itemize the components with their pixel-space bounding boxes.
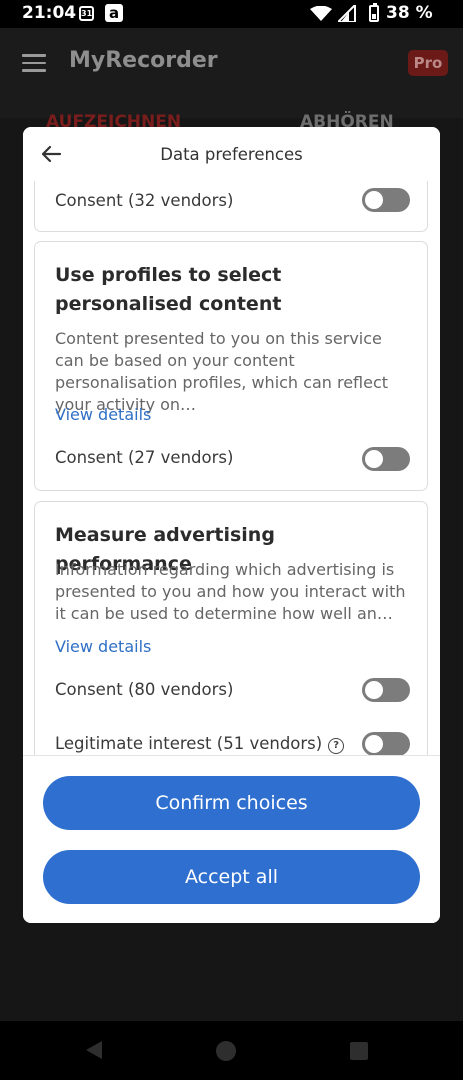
legitimate-interest-label: Legitimate interest (51 vendors) <box>55 734 323 753</box>
consent-label: Consent (32 vendors) <box>55 191 234 210</box>
consent-label: Consent (80 vendors) <box>55 680 234 699</box>
dialog-title: Data preferences <box>160 145 303 164</box>
consent-label: Consent (27 vendors) <box>55 448 234 467</box>
legitimate-interest-row: Legitimate interest (51 vendors)? <box>55 734 345 754</box>
purpose-card: Measure advertising performance Informat… <box>34 501 428 755</box>
status-time: 21:04 <box>22 3 77 23</box>
consent-toggle[interactable] <box>362 188 410 212</box>
app-bar: MyRecorder Pro AUFZEICHNEN ABHÖREN <box>0 28 463 132</box>
notification-app-icon: a <box>105 4 123 22</box>
view-details-link[interactable]: View details <box>55 637 151 656</box>
confirm-choices-button[interactable]: Confirm choices <box>43 776 420 830</box>
purpose-card: Consent (32 vendors) <box>34 181 428 232</box>
data-preferences-dialog: Data preferences Consent (32 vendors) Us… <box>23 127 440 923</box>
accept-all-button[interactable]: Accept all <box>43 850 420 904</box>
consent-toggle[interactable] <box>362 678 410 702</box>
wifi-icon <box>310 6 332 21</box>
help-icon[interactable]: ? <box>328 738 345 754</box>
calendar-icon: 31 <box>79 6 94 21</box>
dialog-header: Data preferences <box>23 127 440 181</box>
nav-back-icon[interactable] <box>86 1041 102 1059</box>
nav-home-icon[interactable] <box>216 1041 236 1061</box>
view-details-link[interactable]: View details <box>55 405 151 424</box>
dialog-footer: Confirm choices Accept all <box>23 755 440 923</box>
purpose-card: Use profiles to select personalised cont… <box>34 241 428 491</box>
dialog-scroll-area[interactable]: Consent (32 vendors) Use profiles to sel… <box>23 181 440 755</box>
app-title: MyRecorder <box>69 48 218 73</box>
legitimate-interest-toggle[interactable] <box>362 732 410 755</box>
status-bar: 21:04 31 a 38 % <box>0 0 463 28</box>
purpose-description: Information regarding which advertising … <box>55 560 406 623</box>
purpose-title: Use profiles to select personalised cont… <box>55 264 282 315</box>
battery-icon <box>369 3 379 22</box>
signal-icon <box>338 5 356 22</box>
purpose-description: Content presented to you on this service… <box>55 329 389 414</box>
consent-toggle[interactable] <box>362 447 410 471</box>
pro-badge[interactable]: Pro <box>408 50 448 76</box>
battery-percent: 38 % <box>386 3 433 23</box>
system-nav-bar <box>0 1021 463 1080</box>
menu-icon[interactable] <box>22 54 46 72</box>
nav-recents-icon[interactable] <box>350 1042 368 1060</box>
